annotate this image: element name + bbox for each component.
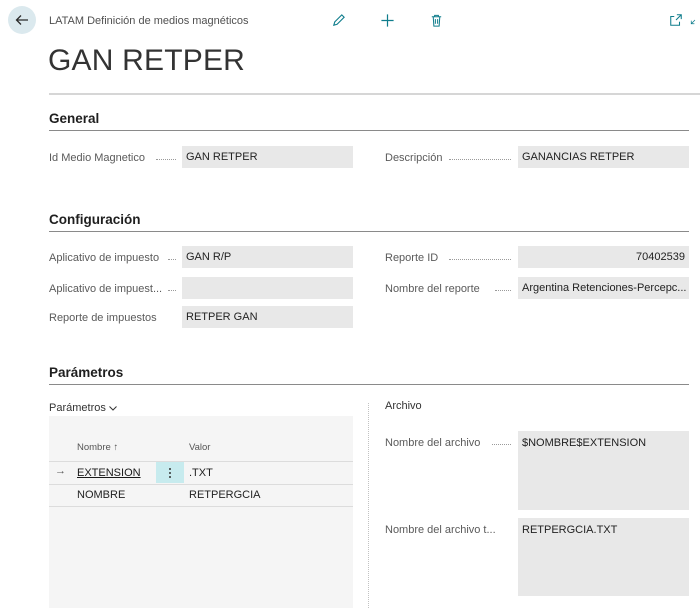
field-label-aplicativo-impuesto-2: Aplicativo de impuest... [49, 283, 163, 295]
back-button[interactable] [8, 6, 36, 34]
new-icon[interactable] [378, 11, 396, 29]
field-label-nombre-archivo: Nombre del archivo [385, 437, 481, 449]
field-id-medio-magnetico[interactable]: GAN RETPER [182, 146, 353, 168]
cell-nombre[interactable]: NOMBRE [77, 489, 125, 501]
section-title-parametros[interactable]: Parámetros [49, 365, 123, 380]
cell-valor[interactable]: RETPERGCIA [189, 489, 261, 501]
label-leader [168, 259, 176, 260]
subpart-menu-parametros[interactable]: Parámetros [49, 402, 118, 414]
section-divider [49, 384, 689, 385]
row-selected-arrow-icon: → [55, 465, 66, 477]
row-divider [49, 506, 353, 507]
section-divider [49, 231, 689, 232]
column-header-nombre[interactable]: Nombre ↑ [77, 442, 118, 453]
edit-icon[interactable] [329, 11, 347, 29]
field-label-descripcion: Descripción [385, 152, 443, 164]
field-label-aplicativo-impuesto: Aplicativo de impuesto [49, 252, 160, 264]
field-nombre-reporte[interactable]: Argentina Retenciones-Percepc... [518, 277, 689, 299]
back-arrow-icon [15, 15, 28, 25]
section-title-general[interactable]: General [49, 111, 99, 126]
page-title: GAN RETPER [48, 44, 246, 77]
label-leader [495, 290, 511, 291]
section-title-configuracion[interactable]: Configuración [49, 212, 141, 227]
chevron-down-icon [109, 406, 117, 411]
collapse-icon[interactable] [690, 11, 700, 29]
column-header-valor[interactable]: Valor [189, 442, 210, 453]
label-leader [449, 259, 511, 260]
section-divider [49, 130, 689, 131]
breadcrumb[interactable]: LATAM Definición de medios magnéticos [49, 15, 249, 27]
field-aplicativo-impuesto-2[interactable] [182, 277, 353, 299]
cell-nombre[interactable]: EXTENSION [77, 467, 141, 479]
cell-valor[interactable]: .TXT [189, 467, 213, 479]
field-label-reporte-id: Reporte ID [385, 252, 439, 264]
label-leader [492, 444, 511, 445]
field-label-nombre-reporte: Nombre del reporte [385, 283, 480, 295]
subpart-label: Parámetros [49, 402, 106, 414]
field-reporte-impuestos[interactable]: RETPER GAN [182, 306, 353, 328]
column-header-nombre-label: Nombre [77, 442, 111, 453]
field-nombre-archivo-t[interactable]: RETPERGCIA.TXT [518, 518, 689, 596]
label-leader [449, 159, 511, 160]
field-label-reporte-impuestos: Reporte de impuestos [49, 312, 157, 324]
panel-separator [368, 403, 369, 608]
field-label-nombre-archivo-t: Nombre del archivo t... [385, 524, 496, 536]
label-leader [168, 290, 176, 291]
label-leader [156, 159, 176, 160]
row-actions-icon[interactable] [156, 462, 184, 483]
sort-ascending-icon: ↑ [113, 442, 119, 453]
field-aplicativo-impuesto[interactable]: GAN R/P [182, 246, 353, 268]
field-descripcion[interactable]: GANANCIAS RETPER [518, 146, 689, 168]
field-label-id-medio: Id Medio Magnetico [49, 152, 145, 164]
archivo-title: Archivo [385, 400, 422, 412]
field-nombre-archivo[interactable]: $NOMBRE$EXTENSION [518, 431, 689, 510]
field-reporte-id[interactable]: 70402539 [518, 246, 689, 268]
title-divider [49, 93, 700, 95]
delete-icon[interactable] [427, 11, 445, 29]
open-in-new-window-icon[interactable] [667, 11, 685, 29]
